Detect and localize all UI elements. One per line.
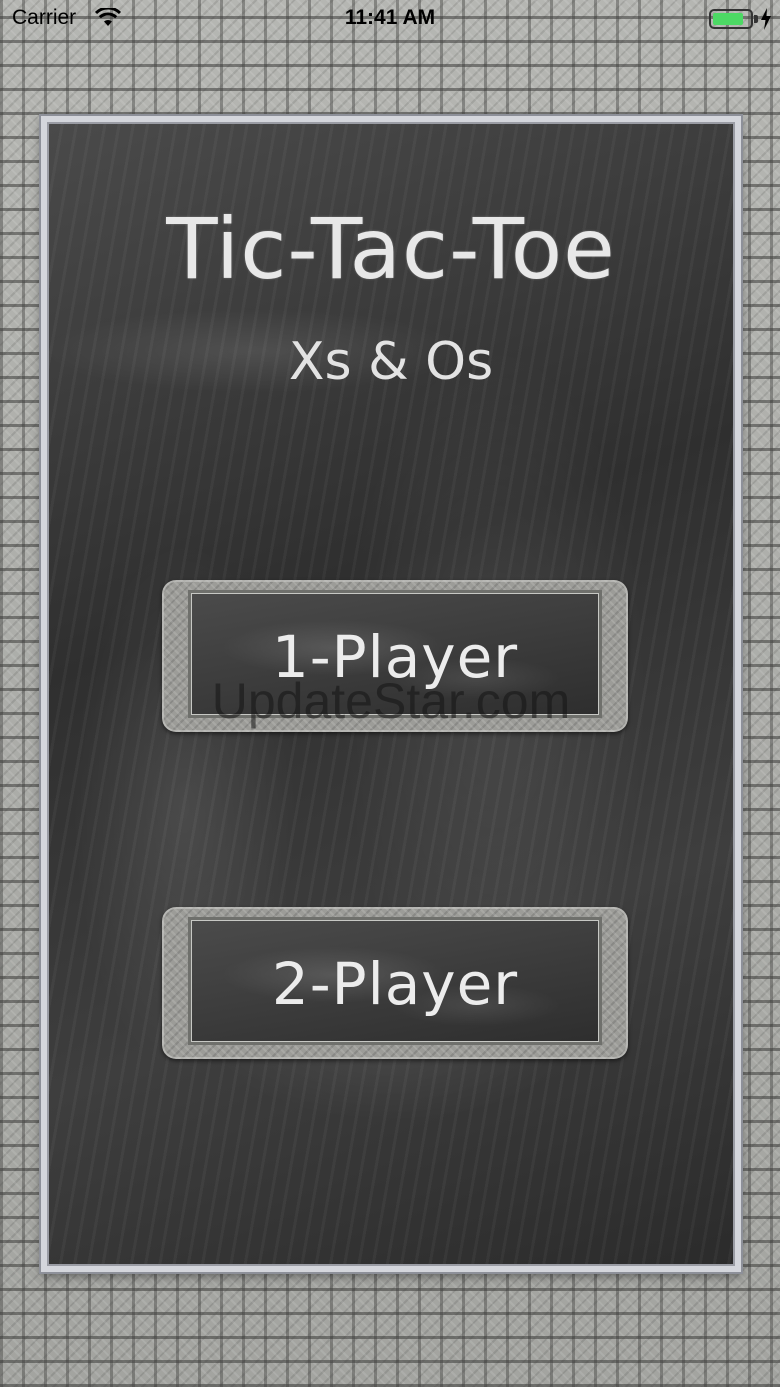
status-bar: Carrier 11:41 AM (0, 0, 780, 40)
one-player-button-face[interactable]: 1-Player (188, 590, 602, 718)
game-title: Tic-Tac-Toe (166, 200, 616, 298)
status-time: 11:41 AM (344, 6, 436, 29)
two-player-button[interactable]: 2-Player (162, 907, 628, 1059)
two-player-label: 2-Player (271, 950, 519, 1018)
two-player-button-face[interactable]: 2-Player (188, 917, 602, 1045)
one-player-label: 1-Player (271, 623, 519, 691)
one-player-button[interactable]: 1-Player (162, 580, 628, 732)
battery-cap (754, 15, 758, 23)
chalkboard-panel: Tic-Tac-Toe Xs & Os 1-Player UpdateStar.… (41, 116, 741, 1272)
charging-bolt-icon (761, 8, 771, 30)
battery-level (713, 13, 743, 25)
battery-icon (709, 9, 753, 29)
game-subtitle: Xs & Os (288, 332, 494, 392)
